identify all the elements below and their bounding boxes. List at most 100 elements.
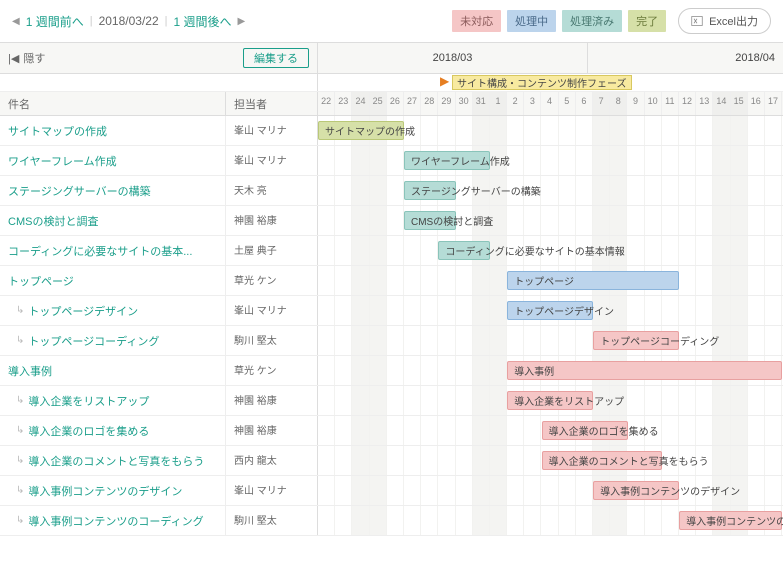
task-name-link[interactable]: ↳導入企業をリストアップ [0, 386, 226, 415]
task-name-link[interactable]: コーディングに必要なサイトの基本... [0, 236, 226, 265]
day-cell: 7 [593, 92, 610, 115]
month-label-1: 2018/03 [318, 43, 588, 73]
child-arrow-icon: ↳ [16, 515, 24, 526]
task-name-link[interactable]: ステージングサーバーの構築 [0, 176, 226, 205]
gantt-bar[interactable]: トップページデザイン [507, 301, 593, 320]
task-name-link[interactable]: ↳トップページコーディング [0, 326, 226, 355]
hide-columns-button[interactable]: |◀ 隠す [8, 50, 45, 66]
day-cell: 12 [679, 92, 696, 115]
gantt-bar[interactable]: 導入企業のロゴを集める [542, 421, 628, 440]
task-row: CMSの検討と調査神園 裕康CMSの検討と調査 [0, 206, 783, 236]
prev-arrow-icon[interactable]: ◀ [12, 16, 20, 27]
gantt-bar[interactable]: ステージングサーバーの構築 [404, 181, 456, 200]
day-cell: 26 [387, 92, 404, 115]
task-assignee: 神園 裕康 [226, 386, 318, 415]
task-timeline: トップページ [318, 266, 783, 295]
gantt-bar[interactable]: サイトマップの作成 [318, 121, 404, 140]
day-cell: 9 [627, 92, 644, 115]
task-name-link[interactable]: サイトマップの作成 [0, 116, 226, 145]
prev-week-link[interactable]: 1 週間前へ [26, 13, 84, 30]
task-row: ↳導入事例コンテンツのコーディング駒川 堅太 導入事例コンテンツの [0, 506, 783, 536]
task-row: ステージングサーバーの構築天木 亮ステージングサーバーの構築 [0, 176, 783, 206]
month-header: |◀ 隠す 編集する 2018/03 2018/04 [0, 42, 783, 74]
child-arrow-icon: ↳ [16, 305, 24, 316]
gantt-bar[interactable]: CMSの検討と調査 [404, 211, 456, 230]
task-timeline: 導入事例 [318, 356, 783, 385]
task-row: ↳トップページデザイン峯山 マリナ トップページデザイン [0, 296, 783, 326]
task-row: ↳導入企業のコメントと写真をもらう西内 龍太導入企業のコメントと写真をもらう [0, 446, 783, 476]
day-cell: 13 [696, 92, 713, 115]
task-timeline: サイトマップの作成 [318, 116, 783, 145]
task-timeline: トップページコーディング [318, 326, 783, 355]
task-assignee: 天木 亮 [226, 176, 318, 205]
task-assignee: 峯山 マリナ [226, 146, 318, 175]
hide-label: 隠す [23, 50, 45, 66]
task-name-link[interactable]: ↳トップページデザイン [0, 296, 226, 325]
task-row: ワイヤーフレーム作成峯山 マリナワイヤーフレーム作成 [0, 146, 783, 176]
gantt-bar[interactable]: ワイヤーフレーム作成 [404, 151, 490, 170]
status-processing[interactable]: 処理中 [507, 10, 556, 32]
gantt-bar[interactable]: 導入事例コンテンツのデザイン [593, 481, 679, 500]
child-arrow-icon: ↳ [16, 485, 24, 496]
collapse-icon: |◀ [8, 52, 19, 65]
edit-button[interactable]: 編集する [243, 48, 309, 68]
task-row: ↳トップページコーディング駒川 堅太 トップページコーディング [0, 326, 783, 356]
task-name-link[interactable]: CMSの検討と調査 [0, 206, 226, 235]
day-cell: 30 [456, 92, 473, 115]
task-assignee: 神園 裕康 [226, 416, 318, 445]
task-timeline: ステージングサーバーの構築 [318, 176, 783, 205]
status-unhandled[interactable]: 未対応 [452, 10, 501, 32]
gantt-bar[interactable]: 導入事例コンテンツの [679, 511, 782, 530]
status-done[interactable]: 完了 [628, 10, 666, 32]
task-name-link[interactable]: 導入事例 [0, 356, 226, 385]
gantt-bar[interactable]: トップページ [507, 271, 679, 290]
task-name-link[interactable]: ↳導入事例コンテンツのデザイン [0, 476, 226, 505]
task-row: ↳導入事例コンテンツのデザイン峯山 マリナ 導入事例コンテンツのデザイン [0, 476, 783, 506]
next-arrow-icon[interactable]: ▶ [238, 16, 246, 27]
task-name-link[interactable]: ↳導入事例コンテンツのコーディング [0, 506, 226, 535]
child-arrow-icon: ↳ [16, 455, 24, 466]
task-row: 導入事例草光 ケン導入事例 [0, 356, 783, 386]
column-header: 件名 担当者 222324252627282930311234567891011… [0, 92, 783, 116]
task-name-link[interactable]: トップページ [0, 266, 226, 295]
phase-flag-icon: ▶ [440, 74, 449, 88]
task-timeline: 導入企業のロゴを集める [318, 416, 783, 445]
gantt-bar[interactable]: 導入事例 [507, 361, 782, 380]
task-timeline: ワイヤーフレーム作成 [318, 146, 783, 175]
day-cell: 27 [404, 92, 421, 115]
task-timeline: 導入事例コンテンツの [318, 506, 783, 535]
day-cell: 6 [576, 92, 593, 115]
task-name-link[interactable]: ↳導入企業のコメントと写真をもらう [0, 446, 226, 475]
task-assignee: 峯山 マリナ [226, 476, 318, 505]
task-row: サイトマップの作成峯山 マリナサイトマップの作成 [0, 116, 783, 146]
task-name-link[interactable]: ↳導入企業のロゴを集める [0, 416, 226, 445]
day-cell: 23 [335, 92, 352, 115]
day-cell: 16 [748, 92, 765, 115]
phase-bar[interactable]: サイト構成・コンテンツ制作フェーズ [452, 75, 632, 90]
task-assignee: 駒川 堅太 [226, 506, 318, 535]
task-assignee: 草光 ケン [226, 356, 318, 385]
day-cell: 14 [713, 92, 730, 115]
task-timeline: 導入企業をリストアップ [318, 386, 783, 415]
task-assignee: 神園 裕康 [226, 206, 318, 235]
gantt-bar[interactable]: トップページコーディング [593, 331, 679, 350]
gantt-bar[interactable]: 導入企業をリストアップ [507, 391, 593, 410]
next-week-link[interactable]: 1 週間後へ [174, 13, 232, 30]
task-row: ↳導入企業のロゴを集める神園 裕康 導入企業のロゴを集める [0, 416, 783, 446]
day-cell: 5 [559, 92, 576, 115]
task-timeline: トップページデザイン [318, 296, 783, 325]
status-processed[interactable]: 処理済み [562, 10, 622, 32]
day-cell: 15 [731, 92, 748, 115]
task-assignee: 峯山 マリナ [226, 296, 318, 325]
gantt-bar[interactable]: 導入企業のコメントと写真をもらう [542, 451, 662, 470]
child-arrow-icon: ↳ [16, 395, 24, 406]
day-cell: 11 [662, 92, 679, 115]
day-cell: 1 [490, 92, 507, 115]
task-name-link[interactable]: ワイヤーフレーム作成 [0, 146, 226, 175]
task-assignee: 駒川 堅太 [226, 326, 318, 355]
task-row: ↳導入企業をリストアップ神園 裕康 導入企業をリストアップ [0, 386, 783, 416]
day-cell: 3 [524, 92, 541, 115]
gantt-bar[interactable]: コーディングに必要なサイトの基本情報 [438, 241, 490, 260]
task-timeline: 導入事例コンテンツのデザイン [318, 476, 783, 505]
excel-export-button[interactable]: Excel出力 [678, 8, 771, 34]
